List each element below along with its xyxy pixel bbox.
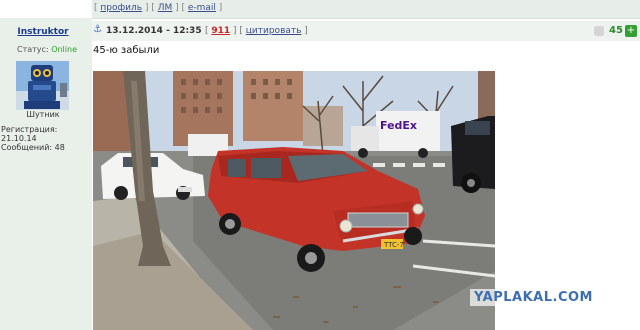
profile-link[interactable]: профиль xyxy=(100,3,142,13)
user-sidebar: Instruktor Статус: Online Шутник Регистр… xyxy=(0,18,92,330)
message-count: Сообщений: 48 xyxy=(1,143,65,152)
post-number-link[interactable]: 911 xyxy=(211,26,230,36)
post-image[interactable]: FedEx TTC-7 xyxy=(93,71,495,330)
username-link[interactable]: Instruktor xyxy=(0,27,86,37)
minus-icon[interactable] xyxy=(594,26,604,36)
top-bar: [ профиль ] [ ЛМ ] [ e-mail ] xyxy=(0,0,640,19)
user-status: Статус: Online xyxy=(17,45,77,54)
watermark: YAPLAKAL.COM xyxy=(470,289,597,306)
post-links: [ 911 ] [ цитировать ] xyxy=(205,26,308,36)
post-text: 45-ю забыли xyxy=(93,45,160,56)
anchor-icon[interactable]: ⚓ xyxy=(93,24,103,36)
post-date: 13.12.2014 - 12:35 xyxy=(106,26,202,36)
post-rating: 45 + xyxy=(592,24,638,38)
post-header: ⚓ 13.12.2014 - 12:35 [ 911 ] [ цитироват… xyxy=(92,21,640,41)
quote-link[interactable]: цитировать xyxy=(246,26,302,36)
user-title: Шутник xyxy=(26,110,60,119)
status-value: Online xyxy=(51,45,77,54)
van-text: FedEx xyxy=(380,119,417,132)
pm-link[interactable]: ЛМ xyxy=(158,3,173,13)
avatar[interactable] xyxy=(16,61,69,110)
plate-text: TTC-7 xyxy=(383,241,404,249)
registration-date: Регистрация: 21.10.14 xyxy=(1,125,58,143)
email-link[interactable]: e-mail xyxy=(188,3,216,13)
status-label: Статус: xyxy=(17,45,49,54)
plus-icon[interactable]: + xyxy=(625,25,637,37)
profile-links: [ профиль ] [ ЛМ ] [ e-mail ] xyxy=(94,3,223,13)
user-info: Регистрация: 21.10.14 Сообщений: 48 xyxy=(1,125,92,152)
rating-score: 45 xyxy=(609,25,623,36)
